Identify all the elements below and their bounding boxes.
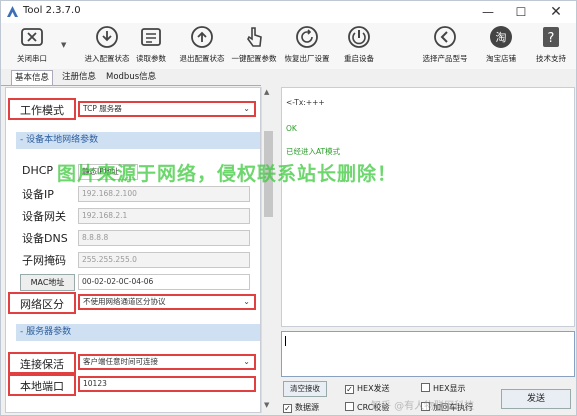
tech-support-icon: ? (543, 27, 559, 47)
one-click-config-icon (247, 27, 262, 47)
mac-address-field[interactable]: 00-02-02-0C-04-06 (78, 274, 250, 290)
close-port-icon (21, 28, 43, 46)
toolbar: 关闭串口 ▼ 进入配置状态 读取参数 退出配置状态 一键配置参数 恢复出厂设置 … (1, 23, 576, 69)
net-partition-label: 网络区分 (20, 298, 64, 311)
scroll-up-arrow-icon[interactable]: ▲ (264, 88, 269, 96)
settings-scrollbar[interactable]: ▲ ▼ (261, 87, 274, 413)
tab-basic-info[interactable]: 基本信息 (11, 70, 54, 85)
app-logo-icon (7, 6, 18, 17)
one-click-config-button[interactable]: 一键配置参数 (229, 25, 279, 69)
svg-text:?: ? (548, 31, 555, 46)
window-title: Tool 2.3.7.0 (23, 5, 81, 16)
dhcp-label: DHCP (22, 164, 54, 177)
app-window: Tool 2.3.7.0 — ☐ ✕ 关闭串口 ▼ 进入配置状态 读取参数 退出… (0, 0, 577, 416)
factory-reset-icon (296, 26, 318, 48)
ip-label: 设备IP (22, 188, 54, 201)
section-title: 设备本地网络参数 (26, 135, 99, 145)
dns-label: 设备DNS (22, 232, 68, 245)
restart-device-button[interactable]: 重启设备 (339, 25, 379, 69)
gateway-field[interactable]: 192.168.2.1 (78, 208, 250, 224)
settings-panel: 工作模式 TCP 服务器 ⌄ - 设备本地网络参数 DHCP 静态IP地址 设备… (5, 87, 261, 413)
taobao-store-button[interactable]: 淘 淘宝店铺 (481, 25, 521, 69)
chevron-down-icon: ⌄ (243, 297, 250, 306)
tab-register-info[interactable]: 注册信息 (59, 70, 99, 85)
svg-text:淘: 淘 (496, 31, 507, 44)
checkbox-box[interactable] (421, 383, 430, 392)
watermark-text: 图片来源于网络，侵权联系站长删除！ (57, 163, 398, 185)
select-model-button[interactable]: 选择产品型号 (419, 25, 471, 69)
work-mode-label: 工作模式 (20, 104, 64, 117)
log-line: 已经进入AT模式 (286, 147, 341, 156)
watermark-bottom-text: 知乎 @有人物联网科技 (371, 401, 475, 412)
mac-address-button[interactable]: MAC地址 (20, 274, 75, 291)
tech-support-button[interactable]: ? 技术支持 (531, 25, 571, 69)
send-input-area[interactable] (281, 331, 575, 377)
checkbox-box[interactable]: ✓ (345, 385, 354, 394)
tab-divider (1, 85, 261, 86)
collapse-icon: - (20, 327, 24, 337)
factory-reset-button[interactable]: 恢复出厂设置 (283, 25, 331, 69)
keepalive-label: 连接保活 (20, 358, 64, 371)
taobao-store-icon: 淘 (490, 26, 512, 48)
checkbox-box[interactable]: ✓ (283, 404, 292, 413)
enter-config-button[interactable]: 进入配置状态 (83, 25, 131, 69)
local-port-field[interactable]: 10123 (78, 376, 256, 392)
net-partition-select[interactable]: 不使用网络通道区分协议 ⌄ (78, 294, 256, 310)
mask-label: 子网掩码 (22, 254, 66, 267)
read-params-icon (141, 28, 161, 46)
title-bar: Tool 2.3.7.0 — ☐ ✕ (1, 1, 576, 23)
section-title: 服务器参数 (26, 327, 72, 337)
receive-log-area[interactable]: <-Tx:+++ OK 已经进入AT模式 (281, 87, 575, 327)
local-port-label: 本地端口 (20, 380, 64, 393)
chevron-down-icon: ⌄ (243, 104, 250, 113)
maximize-button[interactable]: ☐ (504, 1, 538, 23)
section-server[interactable]: - 服务器参数 (16, 324, 260, 341)
log-line: OK (286, 124, 297, 133)
ip-field[interactable]: 192.168.2.100 (78, 186, 250, 202)
text-caret (285, 336, 286, 346)
hex-send-checkbox[interactable]: ✓ HEX发送 (345, 383, 390, 394)
read-params-button[interactable]: 读取参数 (133, 25, 169, 69)
scroll-down-arrow-icon[interactable]: ▼ (264, 401, 269, 409)
work-mode-select[interactable]: TCP 服务器 ⌄ (78, 101, 256, 117)
tab-bar: 基本信息 注册信息 Modbus信息 (1, 69, 281, 85)
chevron-down-icon: ⌄ (243, 357, 250, 366)
checkbox-box[interactable] (345, 402, 354, 411)
dropdown-arrow-icon[interactable]: ▼ (61, 41, 66, 49)
restart-device-icon (348, 26, 370, 48)
close-window-button[interactable]: ✕ (539, 1, 573, 23)
dns-field[interactable]: 8.8.8.8 (78, 230, 250, 246)
section-local-network[interactable]: - 设备本地网络参数 (16, 132, 260, 149)
enter-config-icon (96, 26, 118, 48)
log-line: <-Tx:+++ (286, 98, 325, 107)
collapse-icon: - (20, 135, 24, 145)
clear-receive-button[interactable]: 清空接收 (283, 381, 327, 397)
hex-display-checkbox[interactable]: HEX显示 (421, 383, 466, 394)
send-button[interactable]: 发送 (501, 389, 571, 409)
select-model-icon (434, 26, 456, 48)
data-source-checkbox[interactable]: ✓ 数据源 (283, 402, 319, 413)
keepalive-select[interactable]: 客户端任意时间可连接 ⌄ (78, 354, 256, 370)
exit-config-icon (191, 26, 213, 48)
close-port-button[interactable]: 关闭串口 (9, 25, 55, 69)
gateway-label: 设备网关 (22, 210, 66, 223)
minimize-button[interactable]: — (471, 1, 505, 23)
subnet-mask-field[interactable]: 255.255.255.0 (78, 252, 250, 268)
tab-modbus-info[interactable]: Modbus信息 (103, 70, 159, 85)
exit-config-button[interactable]: 退出配置状态 (177, 25, 227, 69)
